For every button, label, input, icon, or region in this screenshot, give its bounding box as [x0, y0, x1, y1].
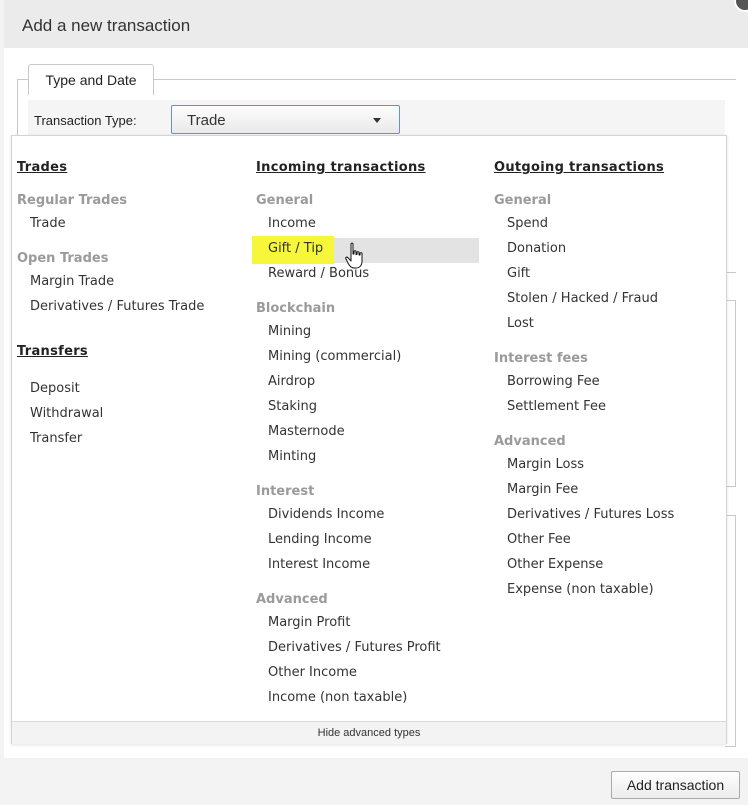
option-staking[interactable]: Staking — [268, 396, 317, 418]
option-income-non-taxable[interactable]: Income (non taxable) — [268, 687, 407, 709]
heading-transfers: Transfers — [17, 344, 88, 359]
option-settlement-fee[interactable]: Settlement Fee — [507, 396, 606, 418]
option-other-expense[interactable]: Other Expense — [507, 554, 603, 576]
dialog-header: Add a new transaction — [4, 0, 748, 48]
option-margin-profit[interactable]: Margin Profit — [268, 612, 350, 634]
option-gift[interactable]: Gift — [507, 263, 530, 285]
option-stolen-hacked-fraud[interactable]: Stolen / Hacked / Fraud — [507, 288, 658, 310]
transaction-type-value: Trade — [187, 112, 226, 129]
group-incoming-advanced: Advanced — [256, 592, 328, 607]
transaction-type-label: Transaction Type: — [34, 113, 137, 128]
option-mining-commercial[interactable]: Mining (commercial) — [268, 346, 401, 368]
option-derivatives-futures-loss[interactable]: Derivatives / Futures Loss — [507, 504, 674, 526]
dialog-title: Add a new transaction — [22, 16, 191, 35]
add-transaction-button[interactable]: Add transaction — [611, 771, 740, 799]
transaction-type-select[interactable]: Trade — [171, 105, 400, 134]
option-transfer[interactable]: Transfer — [30, 428, 82, 450]
heading-outgoing: Outgoing transactions — [494, 160, 665, 175]
option-margin-loss[interactable]: Margin Loss — [507, 454, 584, 476]
option-borrowing-fee[interactable]: Borrowing Fee — [507, 371, 600, 393]
option-airdrop[interactable]: Airdrop — [268, 371, 315, 393]
option-trade[interactable]: Trade — [30, 213, 66, 235]
tab-type-and-date[interactable]: Type and Date — [28, 64, 154, 95]
group-blockchain: Blockchain — [256, 301, 336, 316]
option-margin-trade[interactable]: Margin Trade — [30, 271, 114, 293]
option-lost[interactable]: Lost — [507, 313, 534, 335]
option-deposit[interactable]: Deposit — [30, 378, 80, 400]
group-incoming-general: General — [256, 193, 314, 208]
option-withdrawal[interactable]: Withdrawal — [30, 403, 103, 425]
group-outgoing-advanced: Advanced — [494, 434, 566, 449]
group-regular-trades: Regular Trades — [17, 193, 128, 208]
option-lending-income[interactable]: Lending Income — [268, 529, 372, 551]
option-interest-income[interactable]: Interest Income — [268, 554, 370, 576]
option-minting[interactable]: Minting — [268, 446, 316, 468]
group-interest-fees: Interest fees — [494, 351, 588, 366]
option-spend[interactable]: Spend — [507, 213, 548, 235]
group-interest: Interest — [256, 484, 315, 499]
hide-advanced-types-toggle[interactable]: Hide advanced types — [12, 721, 726, 744]
dialog: Add a new transaction Type and Date Tran… — [0, 0, 748, 805]
group-open-trades: Open Trades — [17, 251, 109, 266]
heading-incoming: Incoming transactions — [256, 160, 426, 175]
option-gift-tip[interactable]: Gift / Tip — [268, 238, 323, 260]
option-other-fee[interactable]: Other Fee — [507, 529, 571, 551]
heading-trades: Trades — [17, 160, 68, 175]
option-dividends-income[interactable]: Dividends Income — [268, 504, 384, 526]
transaction-type-dropdown: Trades Regular Trades Trade Open Trades … — [11, 135, 727, 744]
option-margin-fee[interactable]: Margin Fee — [507, 479, 578, 501]
option-masternode[interactable]: Masternode — [268, 421, 345, 443]
caret-down-icon — [373, 118, 381, 123]
option-expense-non-taxable[interactable]: Expense (non taxable) — [507, 579, 654, 601]
option-derivatives-futures-profit[interactable]: Derivatives / Futures Profit — [268, 637, 441, 659]
option-other-income[interactable]: Other Income — [268, 662, 357, 684]
option-donation[interactable]: Donation — [507, 238, 566, 260]
hand-cursor-icon — [345, 242, 363, 269]
option-income[interactable]: Income — [268, 213, 316, 235]
option-mining[interactable]: Mining — [268, 321, 311, 343]
group-outgoing-general: General — [494, 193, 552, 208]
option-derivatives-futures-trade[interactable]: Derivatives / Futures Trade — [30, 296, 204, 318]
